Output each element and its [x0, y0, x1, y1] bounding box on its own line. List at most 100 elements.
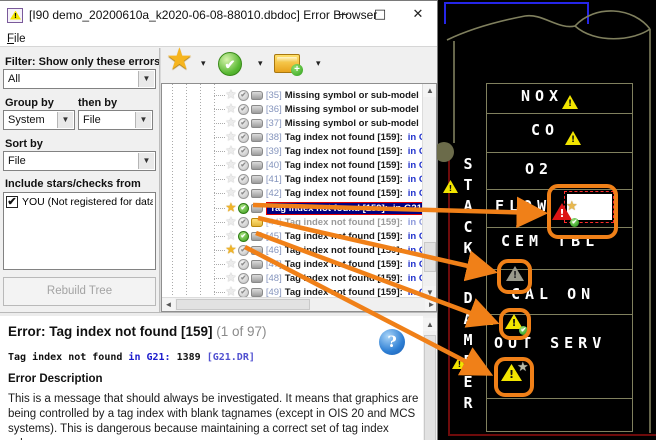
chevron-down-icon[interactable]: ▼ [135, 112, 151, 128]
star-icon[interactable]: ★ [226, 188, 236, 199]
checkbox[interactable] [6, 196, 18, 208]
warning-triangle-icon: ! [443, 180, 458, 193]
sort-by-label: Sort by [5, 138, 43, 150]
scrollbar-thumb[interactable] [424, 335, 436, 440]
tree-row[interactable]: ★✔[36]Missing symbol or sub-model [099]:… [214, 102, 437, 116]
star-icon[interactable]: ★ [226, 132, 236, 143]
scroll-up-icon[interactable]: ▲ [423, 84, 437, 97]
star-icon[interactable]: ★ [226, 203, 236, 214]
star-icon[interactable]: ★ [226, 245, 236, 256]
check-icon[interactable]: ✔ [238, 160, 249, 171]
book-icon[interactable] [251, 161, 263, 170]
book-icon[interactable] [251, 218, 263, 227]
star-flag-button[interactable]: ★ [166, 42, 193, 77]
toolbar: ★ ▾ ✔ ▾ + ▾ [161, 48, 437, 83]
check-icon[interactable]: ✔ [238, 217, 249, 228]
star-icon[interactable]: ★ [226, 217, 236, 228]
star-icon[interactable]: ★ [226, 259, 236, 270]
check-icon[interactable]: ✔ [238, 132, 249, 143]
chevron-down-icon[interactable]: ▼ [138, 71, 154, 87]
book-icon[interactable] [251, 260, 263, 269]
book-icon[interactable] [251, 232, 263, 241]
check-icon[interactable]: ✔ [238, 118, 249, 129]
minimize-button[interactable]: — [323, 1, 361, 29]
book-icon[interactable] [251, 175, 263, 184]
star-icon[interactable]: ★ [226, 160, 236, 171]
tree-row[interactable]: ★✔[37]Missing symbol or sub-model [099]:… [214, 116, 437, 130]
star-icon[interactable]: ★ [226, 146, 236, 157]
book-icon[interactable] [251, 133, 263, 142]
error-tree[interactable]: ★✔[35]Missing symbol or sub-model [099]:… [161, 83, 437, 312]
book-icon[interactable] [251, 119, 263, 128]
book-icon[interactable] [251, 189, 263, 198]
error-reference-link[interactable]: [G21.DR] [207, 352, 255, 363]
check-icon[interactable]: ✔ [238, 146, 249, 157]
add-book-button[interactable]: + [274, 54, 300, 73]
tree-row[interactable]: ★✔[47]Tag index not found [159]:in G21(1 [214, 257, 437, 271]
tree-row[interactable]: ★✔[41]Tag index not found [159]:in G21 [214, 172, 437, 186]
star-icon[interactable]: ★ [226, 90, 236, 101]
book-icon[interactable] [251, 246, 263, 255]
plus-badge-icon: + [291, 64, 303, 76]
scroll-right-icon[interactable]: ► [425, 298, 437, 311]
check-icon[interactable]: ✔ [238, 188, 249, 199]
book-icon[interactable] [251, 105, 263, 114]
book-icon[interactable] [251, 274, 263, 283]
tree-row[interactable]: ★✔[35]Missing symbol or sub-model [099]:… [214, 88, 437, 102]
check-icon[interactable]: ✔ [238, 259, 249, 270]
list-item[interactable]: YOU (Not registered for data sha [4, 193, 155, 211]
check-icon[interactable]: ✔ [238, 174, 249, 185]
filter-select[interactable]: All ▼ [3, 69, 156, 89]
scrollbar-thumb[interactable] [424, 242, 436, 272]
tree-horizontal-scrollbar[interactable]: ◄ ► [162, 297, 437, 311]
book-icon[interactable] [251, 147, 263, 156]
check-icon[interactable]: ✔ [238, 104, 249, 115]
check-icon[interactable]: ✔ [238, 203, 249, 214]
check-button[interactable]: ✔ [218, 52, 242, 76]
star-icon[interactable]: ★ [226, 118, 236, 129]
scroll-left-icon[interactable]: ◄ [162, 298, 175, 311]
menu-file[interactable]: File [0, 32, 33, 46]
tree-row[interactable]: ★✔[39]Tag index not found [159]:in G21 [214, 144, 437, 158]
check-icon[interactable]: ✔ [238, 231, 249, 242]
hmi-red-line-vertical [448, 158, 450, 436]
group-by-select[interactable]: System ▼ [3, 110, 75, 130]
book-icon[interactable] [251, 204, 263, 213]
scrollbar-thumb[interactable] [176, 299, 310, 310]
detail-vertical-scrollbar[interactable]: ▲ [423, 316, 437, 440]
star-icon[interactable]: ★ [226, 273, 236, 284]
star-icon[interactable]: ★ [226, 174, 236, 185]
damper-label: DAMPER [459, 289, 477, 415]
group-by-label: Group by [5, 97, 54, 109]
book-icon[interactable] [251, 91, 263, 100]
title-bar[interactable]: ! [I90 demo_20200610a_k2020-06-08-88010.… [0, 1, 437, 29]
rebuild-tree-button[interactable]: Rebuild Tree [3, 277, 156, 306]
tree-row[interactable]: ★✔[38]Tag index not found [159]:in G21 [214, 130, 437, 144]
sort-by-select[interactable]: File ▼ [3, 151, 156, 171]
books-dropdown-arrow[interactable]: ▾ [316, 58, 321, 69]
close-button[interactable]: ✕ [399, 1, 437, 29]
star-dropdown-arrow[interactable]: ▾ [201, 58, 206, 69]
chevron-down-icon[interactable]: ▼ [138, 153, 154, 169]
help-icon[interactable]: ? [379, 329, 405, 355]
tree-row[interactable]: ★✔[45]Tag index not found [159]:in G21 [214, 229, 437, 243]
check-dropdown-arrow[interactable]: ▾ [258, 58, 263, 69]
check-icon[interactable]: ✔ [238, 90, 249, 101]
then-by-select[interactable]: File ▼ [78, 110, 153, 130]
star-icon[interactable]: ★ [226, 104, 236, 115]
star-icon[interactable]: ★ [226, 231, 236, 242]
chevron-down-icon[interactable]: ▼ [57, 112, 73, 128]
hmi-row-empty [487, 399, 632, 432]
include-list[interactable]: YOU (Not registered for data sha [3, 192, 156, 270]
tree-row[interactable]: ★✔[40]Tag index not found [159]:in G21 [214, 158, 437, 172]
scroll-up-icon[interactable]: ▲ [423, 318, 437, 331]
tree-row[interactable]: ★✔[42]Tag index not found [159]:in G21 [214, 186, 437, 200]
maximize-button[interactable]: □ [361, 1, 399, 29]
tree-vertical-scrollbar[interactable]: ▲ ▼ [422, 84, 436, 299]
tree-row[interactable]: ★✔[46]Tag index not found [159]:in G21 [214, 243, 437, 257]
tree-row[interactable]: ★✔[48]Tag index not found [159]:in G21 [214, 271, 437, 285]
check-icon[interactable]: ✔ [238, 273, 249, 284]
tree-row[interactable]: ★✔[44]Tag index not found [159]:in G21 [214, 215, 437, 229]
tree-row-selected[interactable]: ★✔[43]Tag index not found [159]:in G21 [214, 201, 437, 215]
check-icon[interactable]: ✔ [238, 245, 249, 256]
